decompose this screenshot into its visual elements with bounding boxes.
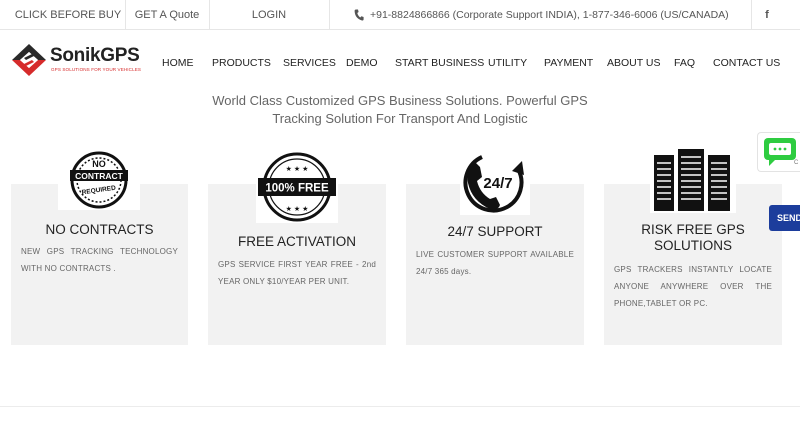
- phone-contact: +91-8824866866 (Corporate Support INDIA)…: [330, 0, 750, 30]
- feature-description: LIVE CUSTOMER SUPPORT AVAILABLE 24/7 365…: [416, 250, 574, 276]
- click-before-buy-link[interactable]: CLICK BEFORE BUY: [12, 0, 124, 30]
- nav-faq[interactable]: FAQ: [674, 57, 695, 69]
- site-header: SonikGPS GPS SOLUTIONS FOR YOUR VEHICLES…: [0, 31, 800, 93]
- section-divider: [0, 406, 800, 407]
- feature-title: RISK FREE GPS SOLUTIONS: [641, 222, 745, 253]
- feature-description: GPS SERVICE FIRST YEAR FREE - 2nd YEAR O…: [218, 260, 376, 286]
- svg-text:24/7: 24/7: [483, 175, 512, 192]
- support-graphic: 24/7: [463, 155, 524, 213]
- 24-7-phone-icon: 24/7: [460, 147, 530, 215]
- feature-description: NEW GPS TRACKING TECHNOLOGY WITH NO CONT…: [21, 247, 178, 273]
- server-graphic: [654, 149, 730, 211]
- nav-payment[interactable]: PAYMENT: [544, 57, 593, 69]
- nav-services[interactable]: SERVICES: [283, 57, 336, 69]
- svg-text:100% FREE: 100% FREE: [265, 183, 329, 195]
- phone-icon: [354, 9, 364, 21]
- svg-text:NO: NO: [92, 159, 106, 169]
- logo[interactable]: SonikGPS GPS SOLUTIONS FOR YOUR VEHICLES: [10, 41, 150, 81]
- chat-widget-tab[interactable]: C: [757, 132, 800, 172]
- phone-numbers: +91-8824866866 (Corporate Support INDIA)…: [370, 9, 729, 21]
- svg-text:★ ★ ★: ★ ★ ★: [286, 165, 309, 173]
- nav-home[interactable]: HOME: [162, 57, 194, 69]
- no-contract-badge-graphic: NO CONTRACT REQUIRED: [70, 151, 128, 209]
- feature-title: FREE ACTIVATION: [237, 234, 356, 249]
- feature-title: NO CONTRACTS: [45, 222, 154, 237]
- free-badge-icon: ★ ★ ★ 100% FREE ★ ★ ★: [256, 151, 338, 223]
- logo-tagline: GPS SOLUTIONS FOR YOUR VEHICLES: [51, 67, 142, 72]
- nav-contact-us[interactable]: CONTACT US: [713, 57, 780, 69]
- feature-title: 24/7 SUPPORT: [447, 224, 543, 239]
- get-quote-link[interactable]: GET A Quote: [126, 0, 208, 30]
- hero-tagline: World Class Customized GPS Business Solu…: [212, 93, 588, 126]
- free-badge-graphic: ★ ★ ★ 100% FREE ★ ★ ★: [258, 152, 336, 222]
- server-rack-icon: [650, 147, 736, 213]
- nav-products[interactable]: PRODUCTS: [212, 57, 271, 69]
- logo-mark-icon: [12, 44, 46, 76]
- nav-about-us[interactable]: ABOUT US: [607, 57, 660, 69]
- send-button[interactable]: SEND: [769, 205, 800, 231]
- nav-demo[interactable]: DEMO: [346, 57, 378, 69]
- top-bar: CLICK BEFORE BUY GET A Quote LOGIN +91-8…: [0, 0, 800, 30]
- chat-label: C: [794, 160, 799, 166]
- chat-icon: [764, 138, 796, 166]
- facebook-icon[interactable]: f: [752, 0, 782, 30]
- feature-description: GPS TRACKERS INSTANTLY LOCATE ANYONE ANY…: [614, 265, 772, 308]
- nav-utility[interactable]: UTILITY: [488, 57, 527, 69]
- login-link[interactable]: LOGIN: [210, 0, 328, 30]
- svg-text:CONTRACT: CONTRACT: [75, 171, 123, 181]
- nav-start-business[interactable]: START BUSINESS: [395, 57, 484, 69]
- logo-name: SonikGPS: [50, 45, 140, 66]
- no-contract-badge-icon: NO CONTRACT REQUIRED: [58, 150, 140, 210]
- svg-text:★ ★ ★: ★ ★ ★: [286, 205, 309, 213]
